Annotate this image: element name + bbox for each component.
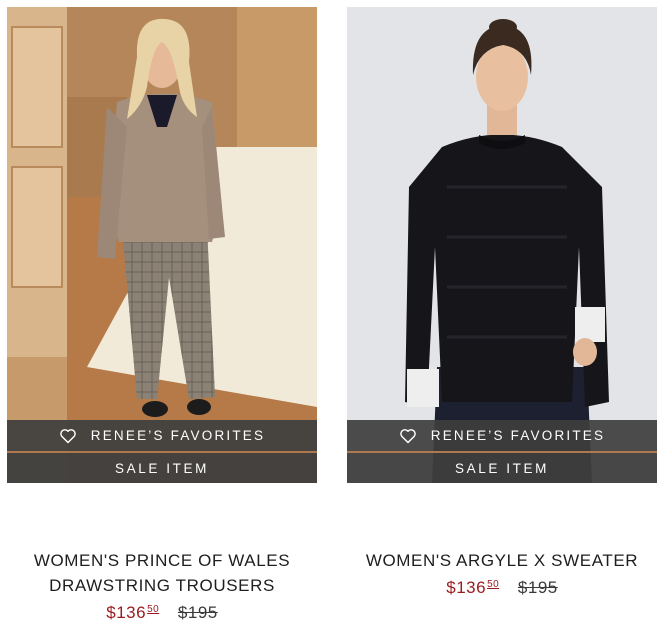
product-title-line1: WOMEN'S ARGYLE X SWEATER bbox=[365, 551, 639, 570]
product-image-link[interactable]: RENEE’S FAVORITES SALE ITEM bbox=[347, 7, 657, 483]
renees-favorites-badge[interactable]: RENEE’S FAVORITES bbox=[7, 420, 317, 451]
sale-price-cents: 50 bbox=[147, 604, 160, 615]
product-title[interactable]: WOMEN'S ARGYLE X SWEATER bbox=[347, 548, 657, 573]
sale-item-badge: SALE ITEM bbox=[7, 453, 317, 483]
sale-item-badge: SALE ITEM bbox=[347, 453, 657, 483]
product-title-line1: WOMEN'S PRINCE OF WALES bbox=[33, 551, 291, 570]
sale-price-dollars: $136 bbox=[446, 578, 487, 597]
heart-outline-icon bbox=[399, 428, 416, 443]
sale-price-cents: 50 bbox=[487, 579, 500, 590]
sale-price: $13650 bbox=[446, 578, 499, 597]
sale-label: SALE ITEM bbox=[115, 460, 209, 476]
product-card[interactable]: RENEE’S FAVORITES SALE ITEM WOMEN'S PRIN… bbox=[7, 7, 317, 625]
product-image-link[interactable]: RENEE’S FAVORITES SALE ITEM bbox=[7, 7, 317, 483]
sale-price: $13650 bbox=[106, 603, 159, 622]
favorites-label: RENEE’S FAVORITES bbox=[90, 428, 266, 443]
product-image bbox=[347, 7, 657, 483]
product-info: WOMEN'S ARGYLE X SWEATER $13650 $195 bbox=[347, 548, 657, 600]
product-image bbox=[7, 7, 317, 483]
product-card[interactable]: RENEE’S FAVORITES SALE ITEM WOMEN'S ARGY… bbox=[347, 7, 657, 600]
product-info: WOMEN'S PRINCE OF WALES DRAWSTRING TROUS… bbox=[7, 548, 317, 625]
renees-favorites-badge[interactable]: RENEE’S FAVORITES bbox=[347, 420, 657, 451]
sale-price-dollars: $136 bbox=[106, 603, 147, 622]
price-row: $13650 $195 bbox=[7, 598, 317, 625]
favorites-label: RENEE’S FAVORITES bbox=[430, 428, 606, 443]
sale-label: SALE ITEM bbox=[455, 460, 549, 476]
original-price: $195 bbox=[177, 603, 218, 622]
product-title-line2: DRAWSTRING TROUSERS bbox=[49, 576, 275, 595]
price-row: $13650 $195 bbox=[347, 573, 657, 600]
heart-outline-icon bbox=[59, 428, 76, 443]
product-grid: RENEE’S FAVORITES SALE ITEM WOMEN'S PRIN… bbox=[0, 0, 663, 625]
original-price: $195 bbox=[517, 578, 558, 597]
product-title[interactable]: WOMEN'S PRINCE OF WALES DRAWSTRING TROUS… bbox=[7, 548, 317, 598]
